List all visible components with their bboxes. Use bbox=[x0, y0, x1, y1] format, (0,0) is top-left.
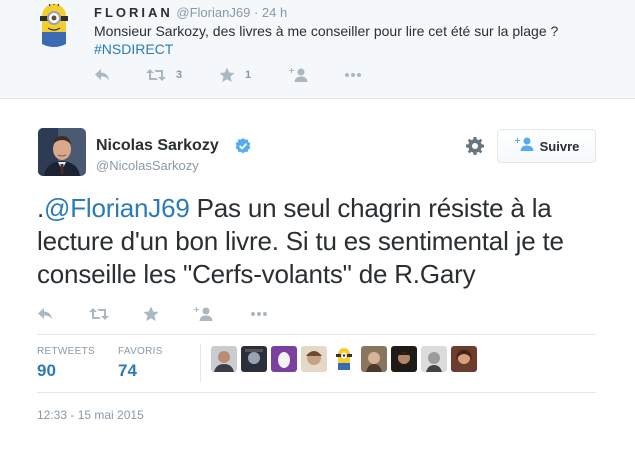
favoriter-avatar[interactable] bbox=[331, 346, 357, 372]
reply-icon bbox=[37, 307, 53, 321]
main-favorite-button[interactable] bbox=[143, 305, 159, 323]
favoriter-avatar[interactable] bbox=[211, 346, 237, 372]
favorite-icon bbox=[143, 306, 159, 322]
tweet-text-prefix: . bbox=[37, 193, 45, 223]
parent-tweet[interactable]: FLORIAN @FlorianJ69 · 24 h Monsieur Sark… bbox=[0, 0, 635, 99]
author-name[interactable]: Nicolas Sarkozy bbox=[96, 137, 219, 155]
favorites-stat[interactable]: FAVORIS 74 bbox=[118, 346, 163, 381]
favoriter-avatar[interactable] bbox=[271, 346, 297, 372]
reply-button[interactable] bbox=[94, 66, 110, 84]
stats-divider-bottom bbox=[37, 392, 596, 393]
parent-separator: · bbox=[253, 5, 259, 20]
parent-tweet-text: Monsieur Sarkozy, des livres à me consei… bbox=[94, 22, 614, 58]
minion-avatar[interactable] bbox=[38, 2, 70, 48]
follow-action-button[interactable] bbox=[288, 66, 308, 84]
retweet-icon bbox=[146, 68, 166, 82]
favorite-button[interactable]: 1 bbox=[219, 66, 251, 84]
follow-icon bbox=[288, 68, 308, 82]
favorites-label: FAVORIS bbox=[118, 346, 163, 357]
stats-separator bbox=[200, 344, 201, 382]
author-avatar[interactable] bbox=[38, 128, 86, 176]
parent-timestamp[interactable]: 24 h bbox=[262, 5, 287, 20]
follow-icon bbox=[193, 307, 213, 321]
retweets-value: 90 bbox=[37, 361, 56, 380]
parent-author-name[interactable]: FLORIAN bbox=[94, 5, 173, 20]
more-icon bbox=[344, 72, 362, 78]
author-handle[interactable]: @NicolasSarkozy bbox=[96, 158, 199, 173]
stats-divider-top bbox=[37, 334, 596, 335]
retweets-label: RETWEETS bbox=[37, 346, 95, 357]
retweets-stat[interactable]: RETWEETS 90 bbox=[37, 346, 95, 381]
follow-button[interactable]: Suivre bbox=[497, 129, 596, 163]
favoriter-avatar[interactable] bbox=[421, 346, 447, 372]
add-user-icon bbox=[514, 137, 534, 156]
more-icon bbox=[250, 311, 268, 317]
main-more-button[interactable] bbox=[250, 305, 268, 323]
tweet-text: .@FlorianJ69 Pas un seul chagrin résiste… bbox=[37, 192, 607, 291]
reply-icon bbox=[94, 68, 110, 82]
parent-text-line: Monsieur Sarkozy, des livres à me consei… bbox=[94, 23, 559, 39]
more-button[interactable] bbox=[344, 66, 362, 84]
favorite-count: 1 bbox=[245, 69, 252, 81]
main-retweet-button[interactable] bbox=[89, 305, 109, 323]
favoriter-avatar[interactable] bbox=[391, 346, 417, 372]
parent-author-handle[interactable]: @FlorianJ69 bbox=[176, 5, 250, 20]
favorites-value: 74 bbox=[118, 361, 137, 380]
favoriter-avatar[interactable] bbox=[361, 346, 387, 372]
retweet-icon bbox=[89, 307, 109, 321]
retweet-count: 3 bbox=[176, 69, 183, 81]
favoriter-avatars bbox=[211, 346, 481, 372]
favoriter-avatar[interactable] bbox=[451, 346, 477, 372]
main-follow-action-button[interactable] bbox=[193, 305, 213, 323]
tweet-timestamp[interactable]: 12:33 - 15 mai 2015 bbox=[37, 408, 144, 422]
favoriter-avatar[interactable] bbox=[301, 346, 327, 372]
retweet-button[interactable]: 3 bbox=[146, 66, 182, 84]
parent-hashtag-link[interactable]: #NSDIRECT bbox=[94, 40, 614, 58]
favorite-icon bbox=[219, 67, 235, 83]
mention-link[interactable]: @FlorianJ69 bbox=[44, 193, 190, 223]
gear-icon[interactable] bbox=[466, 137, 484, 155]
favoriter-avatar[interactable] bbox=[241, 346, 267, 372]
verified-icon bbox=[235, 138, 251, 154]
main-reply-button[interactable] bbox=[37, 305, 53, 323]
follow-button-label: Suivre bbox=[539, 138, 580, 154]
parent-tweet-header: FLORIAN @FlorianJ69 · 24 h bbox=[94, 5, 287, 20]
